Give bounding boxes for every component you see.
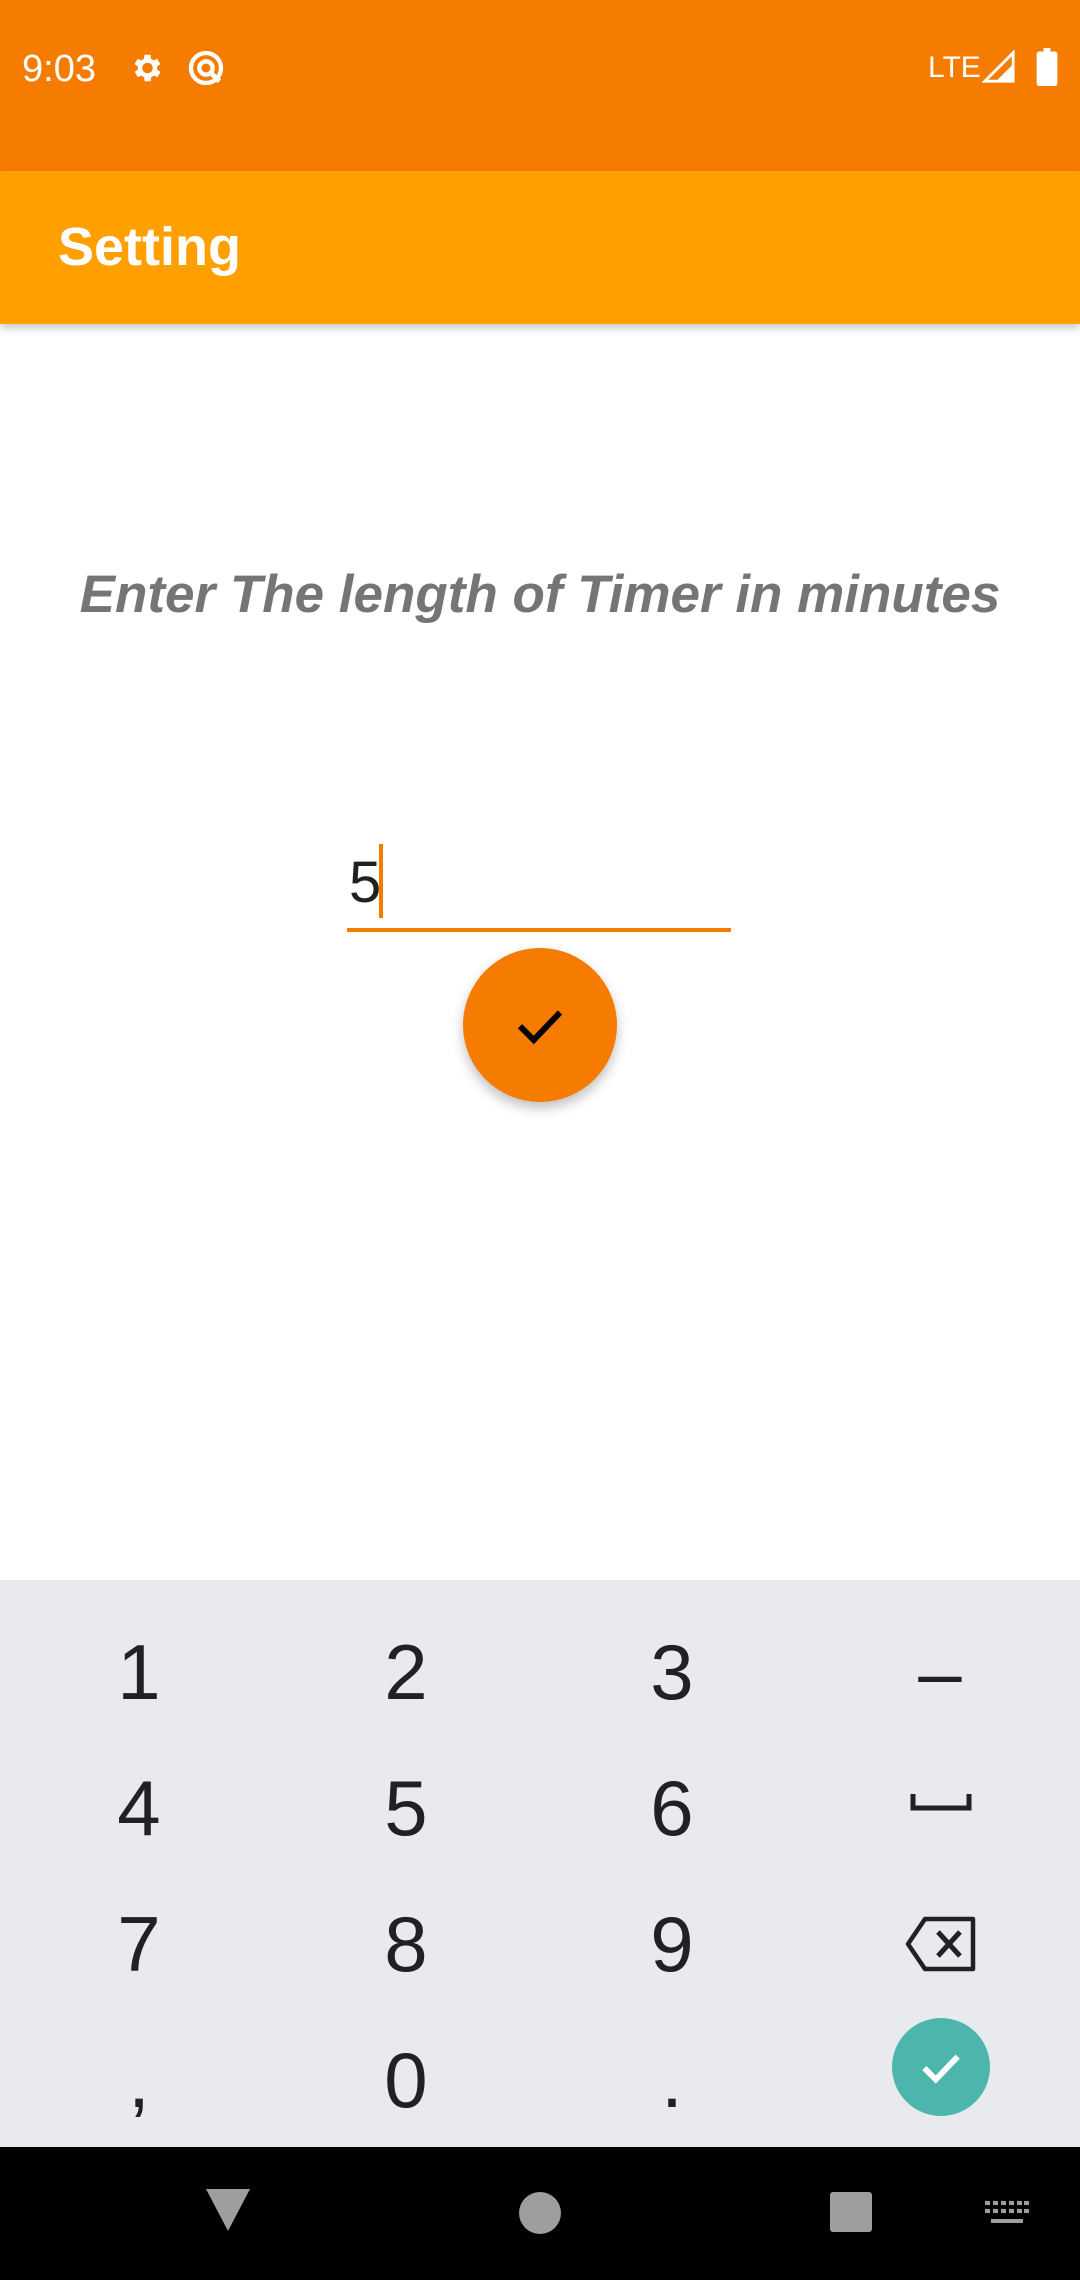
status-bar: 9:03 LTE (0, 0, 1080, 171)
navigation-bar (0, 2147, 1080, 2280)
timer-length-prompt: Enter The length of Timer in minutes (79, 565, 1001, 624)
sync-icon (186, 48, 226, 93)
confirm-button[interactable] (463, 948, 617, 1102)
key-3[interactable]: 3 (537, 1604, 807, 1740)
signal-icon (981, 49, 1016, 89)
back-icon[interactable] (204, 2187, 252, 2238)
status-time: 9:03 (22, 48, 96, 90)
text-cursor (379, 844, 383, 918)
timer-length-input[interactable]: 5 (347, 838, 731, 932)
gear-icon (128, 50, 164, 91)
space-key[interactable] (805, 1740, 1075, 1876)
key-minus[interactable]: – (805, 1604, 1075, 1740)
space-icon (910, 1790, 972, 1819)
home-icon[interactable] (518, 2191, 562, 2240)
page-title: Setting (58, 217, 241, 277)
key-5[interactable]: 5 (271, 1740, 541, 1876)
key-8[interactable]: 8 (271, 1876, 541, 2012)
key-period[interactable]: . (537, 2012, 807, 2148)
keyboard-switch-icon[interactable] (985, 2201, 1029, 2232)
keyboard-done-button[interactable] (892, 2018, 990, 2116)
recents-icon[interactable] (829, 2191, 873, 2238)
key-4[interactable]: 4 (4, 1740, 274, 1876)
key-6[interactable]: 6 (537, 1740, 807, 1876)
key-2[interactable]: 2 (271, 1604, 541, 1740)
network-type: LTE (928, 51, 981, 84)
key-1[interactable]: 1 (4, 1604, 274, 1740)
backspace-key[interactable] (805, 1876, 1075, 2012)
backspace-icon (905, 1915, 977, 1978)
key-0[interactable]: 0 (271, 2012, 541, 2148)
app-bar: Setting (0, 171, 1080, 324)
key-9[interactable]: 9 (537, 1876, 807, 2012)
timer-length-value: 5 (349, 850, 382, 915)
key-comma[interactable]: , (4, 2012, 274, 2148)
key-7[interactable]: 7 (4, 1876, 274, 2012)
battery-icon (1036, 48, 1058, 91)
